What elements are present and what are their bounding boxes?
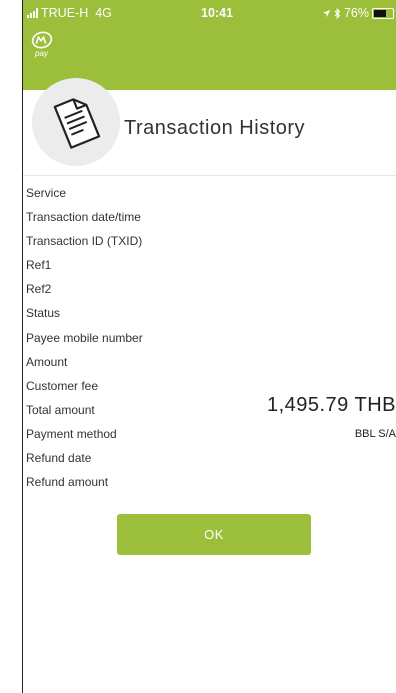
bluetooth-icon xyxy=(334,7,341,19)
refund-date-label: Refund date xyxy=(26,451,92,466)
field-row-refund-date: Refund date xyxy=(26,448,396,472)
payment-method-label: Payment method xyxy=(26,426,117,441)
field-row-amount: Amount xyxy=(26,352,396,376)
field-row-service: Service xyxy=(26,183,396,207)
field-row-payee-mobile: Payee mobile number xyxy=(26,328,396,352)
ref1-label: Ref1 xyxy=(26,258,52,273)
carrier-name: TRUE-H xyxy=(41,6,89,20)
field-row-txid: Transaction ID (TXID) xyxy=(26,231,396,255)
ref2-label: Ref2 xyxy=(26,282,52,297)
ok-button[interactable]: OK xyxy=(117,514,311,555)
datetime-label: Transaction date/time xyxy=(26,210,141,225)
payee-mobile-label: Payee mobile number xyxy=(26,330,143,345)
status-left: TRUE-H 4G xyxy=(27,6,112,20)
status-bar: TRUE-H 4G 10:41 76% xyxy=(23,0,396,24)
battery-icon xyxy=(372,7,394,19)
field-row-datetime: Transaction date/time xyxy=(26,207,396,231)
status-time: 10:41 xyxy=(201,6,233,20)
app-screen: TRUE-H 4G 10:41 76% pay Transaction Hist… xyxy=(0,0,396,693)
customer-fee-label: Customer fee xyxy=(26,378,99,393)
location-icon xyxy=(322,9,331,17)
title-divider xyxy=(23,175,396,176)
refund-amount-label: Refund amount xyxy=(26,475,109,490)
document-icon xyxy=(53,98,101,149)
amount-label: Amount xyxy=(26,354,68,369)
app-header: TRUE-H 4G 10:41 76% pay xyxy=(23,0,396,90)
document-icon-circle xyxy=(32,78,120,166)
total-amount-label: Total amount xyxy=(26,402,95,417)
network-type: 4G xyxy=(95,6,112,20)
total-amount-value: 1,495.79 THB xyxy=(266,393,396,416)
title-area: Transaction History xyxy=(23,78,396,178)
transaction-details: Service Transaction date/time Transactio… xyxy=(26,183,396,496)
field-row-status: Status xyxy=(26,303,396,327)
field-row-payment-method: Payment method BBL S/A xyxy=(26,424,396,448)
field-row-ref2: Ref2 xyxy=(26,279,396,303)
app-logo: pay xyxy=(31,30,55,60)
status-label: Status xyxy=(26,306,61,321)
status-right: 76% xyxy=(322,6,394,20)
txid-label: Transaction ID (TXID) xyxy=(26,234,143,249)
battery-fill xyxy=(374,9,387,17)
logo-text: pay xyxy=(35,49,48,58)
service-label: Service xyxy=(26,186,67,200)
page-title: Transaction History xyxy=(124,117,306,139)
field-row-ref1: Ref1 xyxy=(26,255,396,279)
field-row-refund-amount: Refund amount xyxy=(26,472,396,496)
signal-icon xyxy=(27,8,38,18)
field-row-total-amount: Total amount 1,495.79 THB xyxy=(26,394,396,424)
battery-percent: 76% xyxy=(343,6,369,20)
payment-method-value: BBL S/A xyxy=(354,427,396,440)
